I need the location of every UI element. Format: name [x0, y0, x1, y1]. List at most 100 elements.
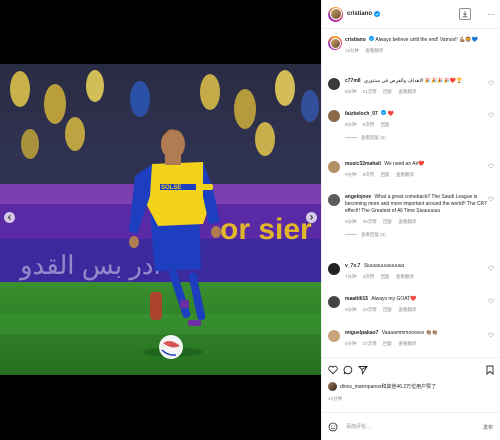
- comment-likes[interactable]: 21次赞: [363, 89, 377, 94]
- commenter-avatar[interactable]: [328, 296, 340, 308]
- post-media: or sier ادر بس القدو SOLSE: [0, 0, 321, 440]
- comment-time: 7分钟: [345, 274, 357, 279]
- post-actions-bar: [322, 357, 500, 381]
- like-comment-icon[interactable]: [488, 163, 494, 169]
- comment-time: 8分钟: [345, 89, 357, 94]
- comment-item: angelojove What a great comeback!! The S…: [328, 194, 496, 238]
- commenter-username[interactable]: maattili15: [345, 296, 368, 302]
- comments-list: cristiano Always believe until the end! …: [322, 30, 500, 352]
- reply-button[interactable]: 回复: [383, 341, 392, 346]
- reply-button[interactable]: 回复: [383, 89, 392, 94]
- comment-likes[interactable]: 3次赞: [363, 274, 375, 279]
- comment-item: c77m8 الاهداف والفرص في سنتوري 🎉🎉🎉🎉❤️🏆 8…: [328, 78, 496, 95]
- comment-time: 8分钟: [345, 122, 357, 127]
- commenter-avatar[interactable]: [328, 263, 340, 275]
- comment-item: maattili15 Always my GOAT❤️ 9分钟 10次赞 回复 …: [328, 296, 496, 313]
- commenter-avatar[interactable]: [328, 161, 340, 173]
- commenter-avatar[interactable]: [328, 194, 340, 206]
- commenter-username[interactable]: angelojove: [345, 194, 371, 200]
- comment-time: 9分钟: [345, 219, 357, 224]
- see-translation-link[interactable]: 查看翻译: [396, 274, 414, 279]
- reply-button[interactable]: 回复: [381, 122, 390, 127]
- svg-text:SOLSE: SOLSE: [161, 185, 181, 191]
- author-avatar[interactable]: [328, 6, 343, 22]
- likes-summary[interactable]: dinos_marropanos和其他46.2万位用户赞了: [328, 382, 498, 391]
- like-comment-icon[interactable]: [488, 80, 494, 86]
- download-icon: [462, 11, 468, 18]
- bookmark-icon[interactable]: [485, 365, 495, 375]
- like-comment-icon[interactable]: [488, 332, 494, 338]
- like-comment-icon[interactable]: [488, 265, 494, 271]
- comment-item: v_7x.7 Siuuuuuuuuuuuuu 7分钟 3次赞 回复 查看翻译: [328, 263, 496, 280]
- verified-badge-icon: [381, 110, 387, 115]
- see-translation-link[interactable]: 查看翻译: [398, 307, 416, 312]
- like-comment-icon[interactable]: [488, 196, 494, 202]
- commenter-avatar[interactable]: [328, 78, 340, 90]
- comment-input[interactable]: 添加评论...: [346, 423, 370, 430]
- commenter-avatar[interactable]: [328, 110, 340, 122]
- post-side-panel: cristiano ... cristiano Always believe u…: [321, 0, 500, 440]
- comment-item: music32mahali We need an Air❤️ 9分钟 9次赞 回…: [328, 161, 496, 178]
- liker-avatar: [328, 382, 337, 391]
- commenter-username[interactable]: faizbeloch_07: [345, 111, 378, 117]
- add-comment-bar: 添加评论... 发布: [322, 412, 500, 440]
- view-replies-button[interactable]: 查看回复 (5): [345, 134, 496, 141]
- see-translation-link[interactable]: 查看翻译: [398, 341, 416, 346]
- more-options-button[interactable]: ...: [488, 10, 495, 17]
- comment-likes[interactable]: 9次赞: [363, 172, 375, 177]
- like-comment-icon[interactable]: [488, 298, 494, 304]
- caption-avatar[interactable]: [328, 36, 342, 50]
- commenter-username[interactable]: music32mahali: [345, 161, 381, 167]
- caption-username[interactable]: cristiano: [345, 37, 366, 43]
- reply-button[interactable]: 回复: [381, 172, 390, 177]
- reply-button[interactable]: 回复: [383, 307, 392, 312]
- reply-button[interactable]: 回复: [381, 274, 390, 279]
- commenter-username[interactable]: miguelpakao7: [345, 330, 378, 336]
- like-comment-icon[interactable]: [488, 112, 494, 118]
- commenter-avatar[interactable]: [328, 330, 340, 342]
- comment-time: 9分钟: [345, 172, 357, 177]
- chevron-right-icon: [310, 215, 314, 220]
- commenter-username[interactable]: c77m8: [345, 78, 361, 84]
- comment-time: 8分钟: [345, 341, 357, 346]
- comment-text: We need an Air❤️: [384, 161, 425, 167]
- svg-text:ادر بس القدو: ادر بس القدو: [18, 250, 161, 281]
- see-translation-link[interactable]: 查看翻译: [396, 172, 414, 177]
- view-replies-button[interactable]: 查看回复 (4): [345, 231, 496, 238]
- verified-badge-icon: [369, 36, 375, 41]
- comment-likes[interactable]: 8次赞: [363, 122, 375, 127]
- comment-text: Always my GOAT❤️: [371, 296, 417, 302]
- commenter-username[interactable]: v_7x.7: [345, 263, 360, 269]
- comment-text: Siuuuuuuuuuuuuu: [363, 263, 405, 269]
- svg-text:or sier: or sier: [220, 213, 312, 246]
- see-translation-link[interactable]: 查看翻译: [398, 89, 416, 94]
- chevron-left-icon: [7, 215, 11, 220]
- post-timestamp: 12分钟: [328, 396, 343, 401]
- comment-icon[interactable]: [343, 365, 353, 375]
- emoji-icon[interactable]: [328, 422, 338, 432]
- comment-time: 9分钟: [345, 307, 357, 312]
- next-image-button[interactable]: [306, 212, 317, 223]
- caption-time: 12分钟: [345, 48, 360, 53]
- post-comment-button[interactable]: 发布: [483, 424, 493, 431]
- comment-likes[interactable]: 25次赞: [363, 219, 377, 224]
- comment-text: Vaaaammmooosss 👏🏽👏🏽: [381, 330, 439, 336]
- comment-likes[interactable]: 10次赞: [363, 307, 377, 312]
- see-translation-link[interactable]: 查看翻译: [365, 48, 383, 53]
- verified-badge-icon: [374, 11, 381, 17]
- reply-button[interactable]: 回复: [383, 219, 392, 224]
- comment-text: ❤️: [387, 111, 394, 117]
- post-header: cristiano ...: [322, 0, 500, 29]
- previous-image-button[interactable]: [4, 212, 15, 223]
- post-photo: or sier ادر بس القدو SOLSE: [0, 64, 321, 375]
- likes-text: dinos_marropanos和其他46.2万位用户赞了: [340, 384, 437, 390]
- download-button[interactable]: [459, 8, 471, 20]
- heart-icon[interactable]: [328, 365, 338, 375]
- see-translation-link[interactable]: 查看翻译: [398, 219, 416, 224]
- share-icon[interactable]: [358, 365, 368, 375]
- author-username[interactable]: cristiano: [347, 11, 372, 17]
- comment-likes[interactable]: 37次赞: [363, 341, 377, 346]
- comment-item: faizbeloch_07 ❤️ 8分钟 8次赞 回复 查看回复 (5): [328, 110, 496, 141]
- comment-item: miguelpakao7 Vaaaammmooosss 👏🏽👏🏽 8分钟 37次…: [328, 330, 496, 347]
- caption-text: Always believe until the end! Vamos!! 💪🏽…: [375, 37, 478, 43]
